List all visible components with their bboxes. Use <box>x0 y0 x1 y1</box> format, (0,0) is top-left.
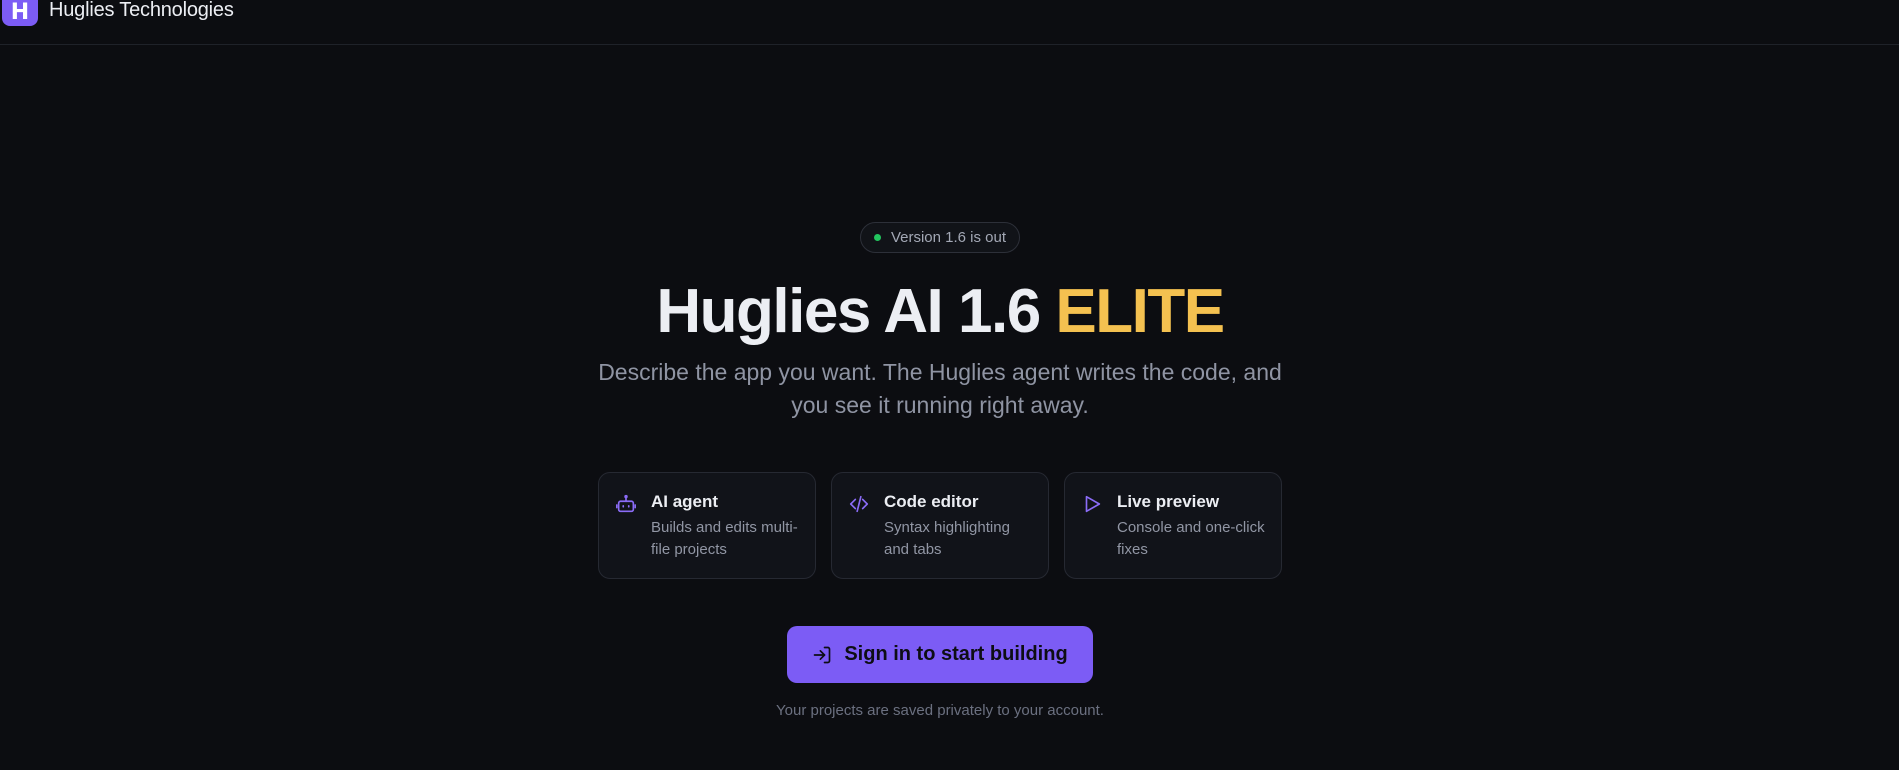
sign-in-button[interactable]: Sign in to start building <box>787 626 1093 683</box>
feature-title: Code editor <box>884 492 979 511</box>
code-icon <box>849 495 869 513</box>
version-badge[interactable]: Version 1.6 is out <box>860 222 1020 253</box>
feature-title: Live preview <box>1117 492 1220 511</box>
title-main: Huglies AI 1.6 <box>656 277 1056 346</box>
title-accent: ELITE <box>1055 277 1225 346</box>
sign-in-icon <box>814 646 831 663</box>
feature-cards: AI agent Builds and edits multi-file pro… <box>598 472 1282 579</box>
feature-title: AI agent <box>651 492 719 511</box>
feature-description: Syntax highlighting and tabs <box>884 519 1010 558</box>
feature-card-ai-agent: AI agent Builds and edits multi-file pro… <box>598 472 816 579</box>
sign-in-label: Sign in to start building <box>844 643 1068 665</box>
feature-card-live-preview: Live preview Console and one-click fixes <box>1064 472 1282 579</box>
robot-icon <box>616 494 636 513</box>
feature-card-code-editor: Code editor Syntax highlighting and tabs <box>831 472 1049 579</box>
feature-description: Console and one-click fixes <box>1117 519 1265 558</box>
page-subtitle: Describe the app you want. The Huglies a… <box>598 359 1282 418</box>
feature-description: Builds and edits multi-file projects <box>651 519 798 558</box>
hero-section: Version 1.6 is out Huglies AI 1.6 ELITE … <box>0 0 1899 770</box>
status-dot-icon <box>873 234 881 241</box>
version-text: Version 1.6 is out <box>890 229 1007 246</box>
privacy-note: Your projects are saved privately to you… <box>776 702 1104 719</box>
page-title: Huglies AI 1.6 ELITE <box>0 276 1880 348</box>
play-icon <box>1085 495 1101 513</box>
